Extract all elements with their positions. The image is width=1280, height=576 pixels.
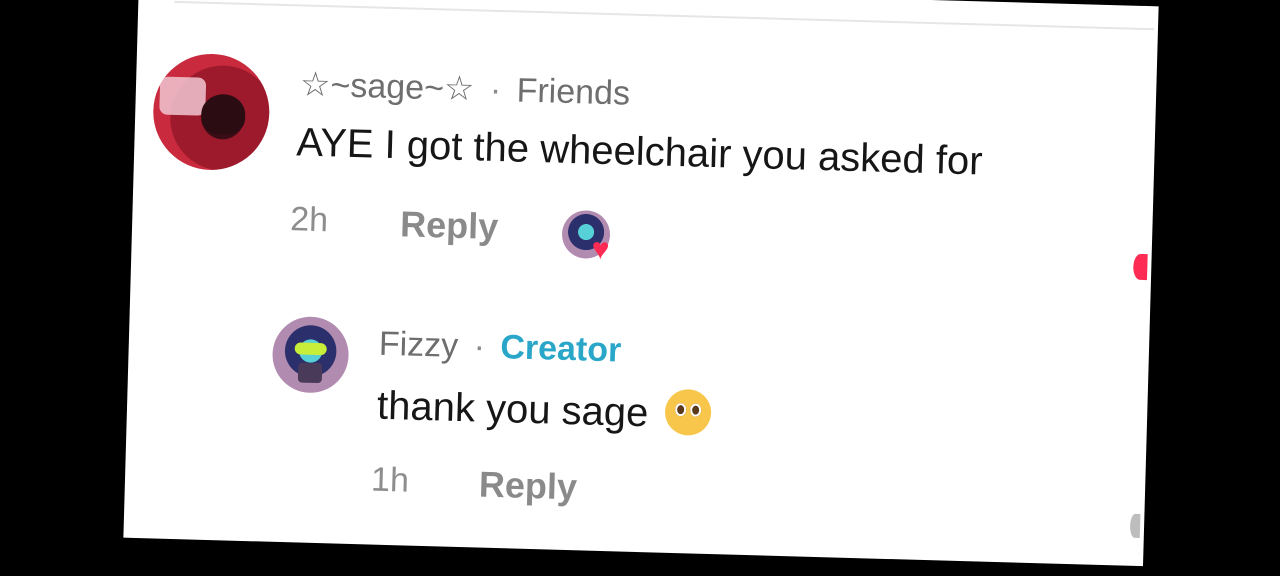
avatar-detail	[294, 342, 327, 356]
avatar-detail	[159, 76, 207, 116]
separator-dot: ·	[489, 70, 502, 110]
comment-panel: ☆~sage~☆ · Friends AYE I got the wheelch…	[123, 0, 1159, 567]
comment-author[interactable]: ☆~sage~☆	[300, 65, 475, 108]
creator-badge: Creator	[499, 328, 622, 370]
like-button-edge[interactable]	[1132, 253, 1148, 281]
divider	[174, 0, 1155, 31]
avatar-sage[interactable]	[151, 52, 271, 172]
reply-text: thank you sage	[376, 383, 649, 436]
reply-button[interactable]: Reply	[478, 464, 577, 509]
comment-time: 2h	[289, 200, 329, 240]
reply-author-line: Fizzy · Creator	[378, 325, 621, 371]
relation-label: Friends	[516, 71, 631, 113]
comment-author-line: ☆~sage~☆ · Friends	[300, 64, 631, 113]
avatar-detail	[297, 362, 323, 384]
pleading-face-emoji-icon	[664, 388, 713, 437]
like-button-edge[interactable]	[1129, 513, 1141, 539]
reply-author[interactable]: Fizzy	[378, 325, 458, 365]
reply-text-line: thank you sage	[377, 381, 713, 438]
avatar-detail	[200, 93, 246, 135]
reply-button[interactable]: Reply	[400, 203, 499, 248]
separator-dot: ·	[473, 327, 486, 366]
heart-icon: ♥	[591, 232, 610, 267]
comment-text: AYE I got the wheelchair you asked for	[295, 120, 984, 184]
avatar-fizzy[interactable]	[271, 315, 350, 394]
reply-time: 1h	[370, 460, 410, 500]
